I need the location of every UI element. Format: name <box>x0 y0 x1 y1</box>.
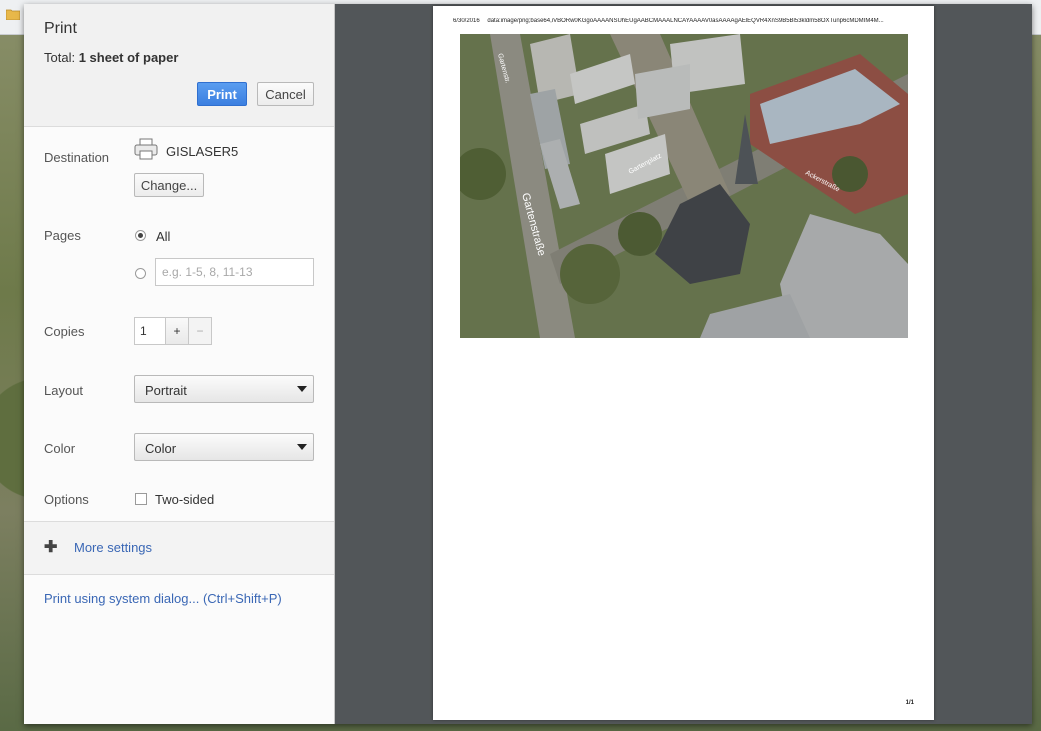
preview-aerial-image: Gartenstraße Gartenplatz Ackerstraße Gar… <box>460 34 908 338</box>
print-settings-sidebar: Print Total: 1 sheet of paper Print Canc… <box>24 4 335 724</box>
color-value: Color <box>145 441 177 456</box>
pages-label: Pages <box>44 228 81 243</box>
printer-name: GISLASER5 <box>166 144 239 159</box>
two-sided-label[interactable]: Two-sided <box>155 492 214 507</box>
pages-all-label[interactable]: All <box>156 229 170 244</box>
system-dialog-link[interactable]: Print using system dialog... (Ctrl+Shift… <box>44 591 282 606</box>
more-settings-link[interactable]: More settings <box>74 540 152 555</box>
page-header-date: 6/30/2016 <box>453 18 480 24</box>
print-preview-page: 6/30/2016 data:image/png;base64,iVBORw0K… <box>433 6 934 720</box>
folder-icon[interactable] <box>6 9 20 20</box>
color-select[interactable]: Color <box>134 433 314 461</box>
options-label: Options <box>44 492 89 507</box>
layout-select[interactable]: Portrait <box>134 375 314 403</box>
two-sided-checkbox[interactable] <box>135 493 147 505</box>
plus-icon[interactable]: ✚ <box>44 540 57 556</box>
aerial-map-graphic: Gartenstraße Gartenplatz Ackerstraße Gar… <box>460 34 908 338</box>
page-header: 6/30/2016 data:image/png;base64,iVBORw0K… <box>453 18 913 24</box>
copies-decrement-button[interactable]: − <box>188 317 212 345</box>
total-value: 1 sheet of paper <box>78 50 179 65</box>
dialog-title: Print <box>44 20 77 37</box>
layout-value: Portrait <box>145 383 187 398</box>
page-number: 1/1 <box>905 700 914 706</box>
destination-label: Destination <box>44 150 110 165</box>
total-prefix: Total: <box>44 50 76 65</box>
print-header: Print Total: 1 sheet of paper Print Canc… <box>24 4 334 127</box>
printer-icon <box>134 138 158 160</box>
copies-increment-button[interactable]: + <box>165 317 189 345</box>
pages-custom-radio[interactable] <box>135 268 146 279</box>
cancel-button[interactable]: Cancel <box>257 82 314 106</box>
sheet-total: Total: 1 sheet of paper <box>44 50 178 65</box>
copies-input[interactable]: 1 <box>134 317 166 345</box>
print-dialog: Print Total: 1 sheet of paper Print Canc… <box>24 4 1032 724</box>
pages-all-radio[interactable] <box>135 230 146 241</box>
pages-range-input[interactable] <box>155 258 314 286</box>
print-button[interactable]: Print <box>197 82 247 106</box>
dropdown-arrow-icon <box>297 386 307 392</box>
layout-label: Layout <box>44 383 84 398</box>
change-destination-button[interactable]: Change... <box>134 173 204 197</box>
more-settings-section[interactable]: ✚ More settings <box>24 521 334 575</box>
page-header-url: data:image/png;base64,iVBORw0KGgoAAAANSU… <box>487 18 884 24</box>
dropdown-arrow-icon <box>297 444 307 450</box>
color-label: Color <box>44 441 76 456</box>
copies-label: Copies <box>44 324 85 339</box>
